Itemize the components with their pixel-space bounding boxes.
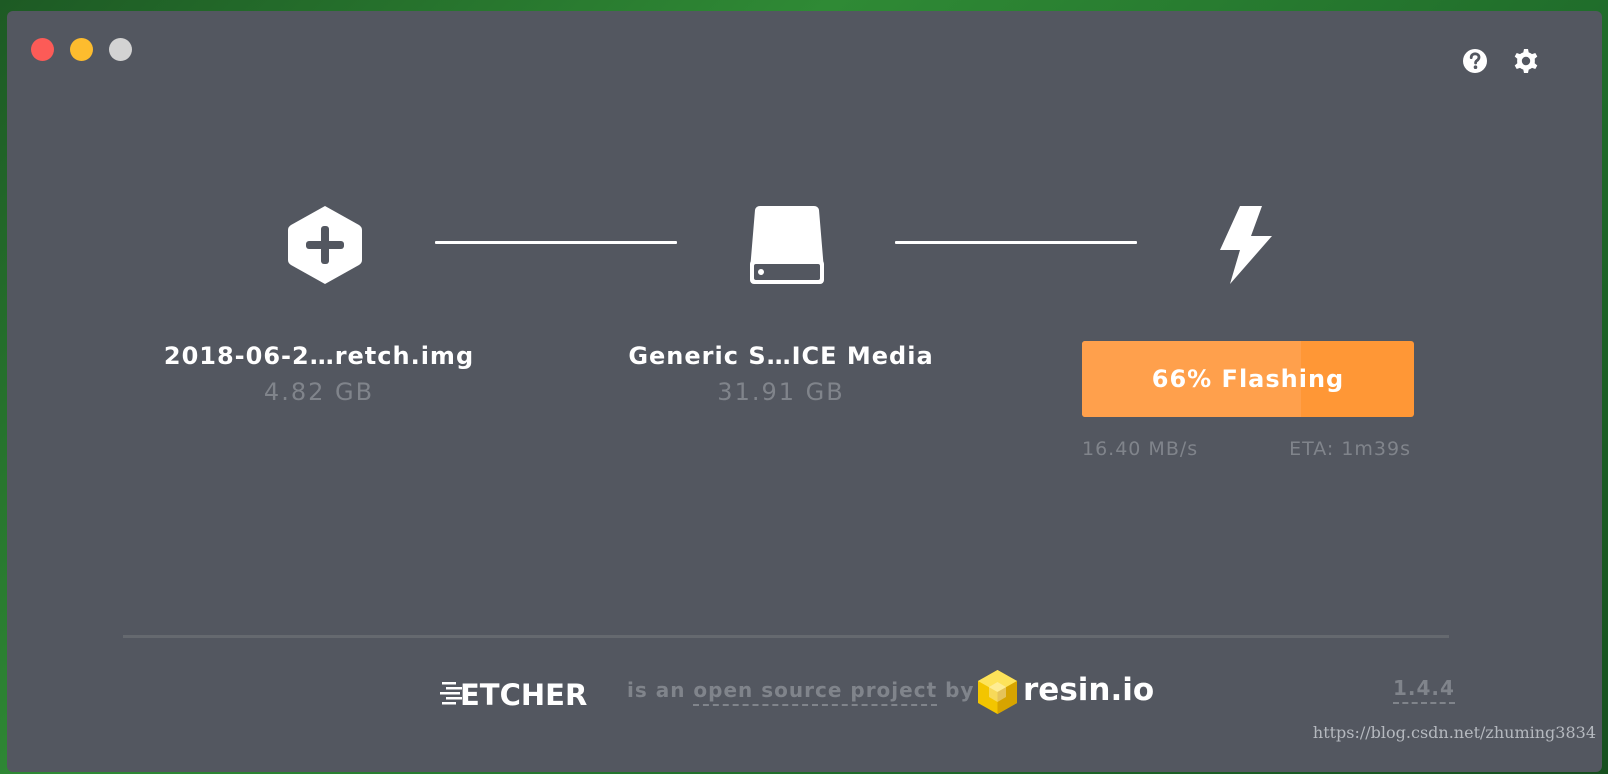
window-minimize-button[interactable] [70,38,93,61]
window-maximize-button[interactable] [109,38,132,61]
drive-icon[interactable] [748,204,826,286]
footer-tagline-suffix: by [937,678,975,702]
footer-divider [123,635,1449,638]
gear-icon[interactable] [1512,47,1540,75]
footer-tagline: is an open source project by [627,678,975,706]
drive-name[interactable]: Generic S…ICE Media [581,342,981,370]
window-close-button[interactable] [31,38,54,61]
resin-logo-text[interactable]: resin.io [1023,672,1154,708]
footer-tagline-prefix: is an [627,678,694,702]
flash-progress-label: 66% Flashing [1151,365,1345,393]
step-connector [435,241,677,244]
etcher-window: 2018-06-2…retch.img 4.82 GB Generic S…IC… [7,11,1602,772]
step-connector [895,241,1137,244]
drive-size: 31.91 GB [717,378,845,406]
flash-speed: 16.40 MB/s [1082,438,1199,460]
lightning-icon [1220,206,1272,284]
etcher-logo[interactable]: ETCHER [440,675,606,711]
etcher-logo-text: ETCHER [460,678,587,711]
resin-cube-icon[interactable] [975,668,1020,716]
help-icon[interactable] [1461,47,1489,75]
flash-eta: ETA: 1m39s [1289,438,1411,460]
open-source-link[interactable]: open source project [693,678,938,706]
image-name[interactable]: 2018-06-2…retch.img [119,342,519,370]
hexagon-plus-icon[interactable] [287,204,363,286]
image-size: 4.82 GB [263,378,375,406]
version-label[interactable]: 1.4.4 [1393,676,1455,704]
blog-watermark: https://blog.csdn.net/zhuming3834 [1312,723,1596,742]
flash-progress-button[interactable]: 66% Flashing [1082,341,1414,417]
